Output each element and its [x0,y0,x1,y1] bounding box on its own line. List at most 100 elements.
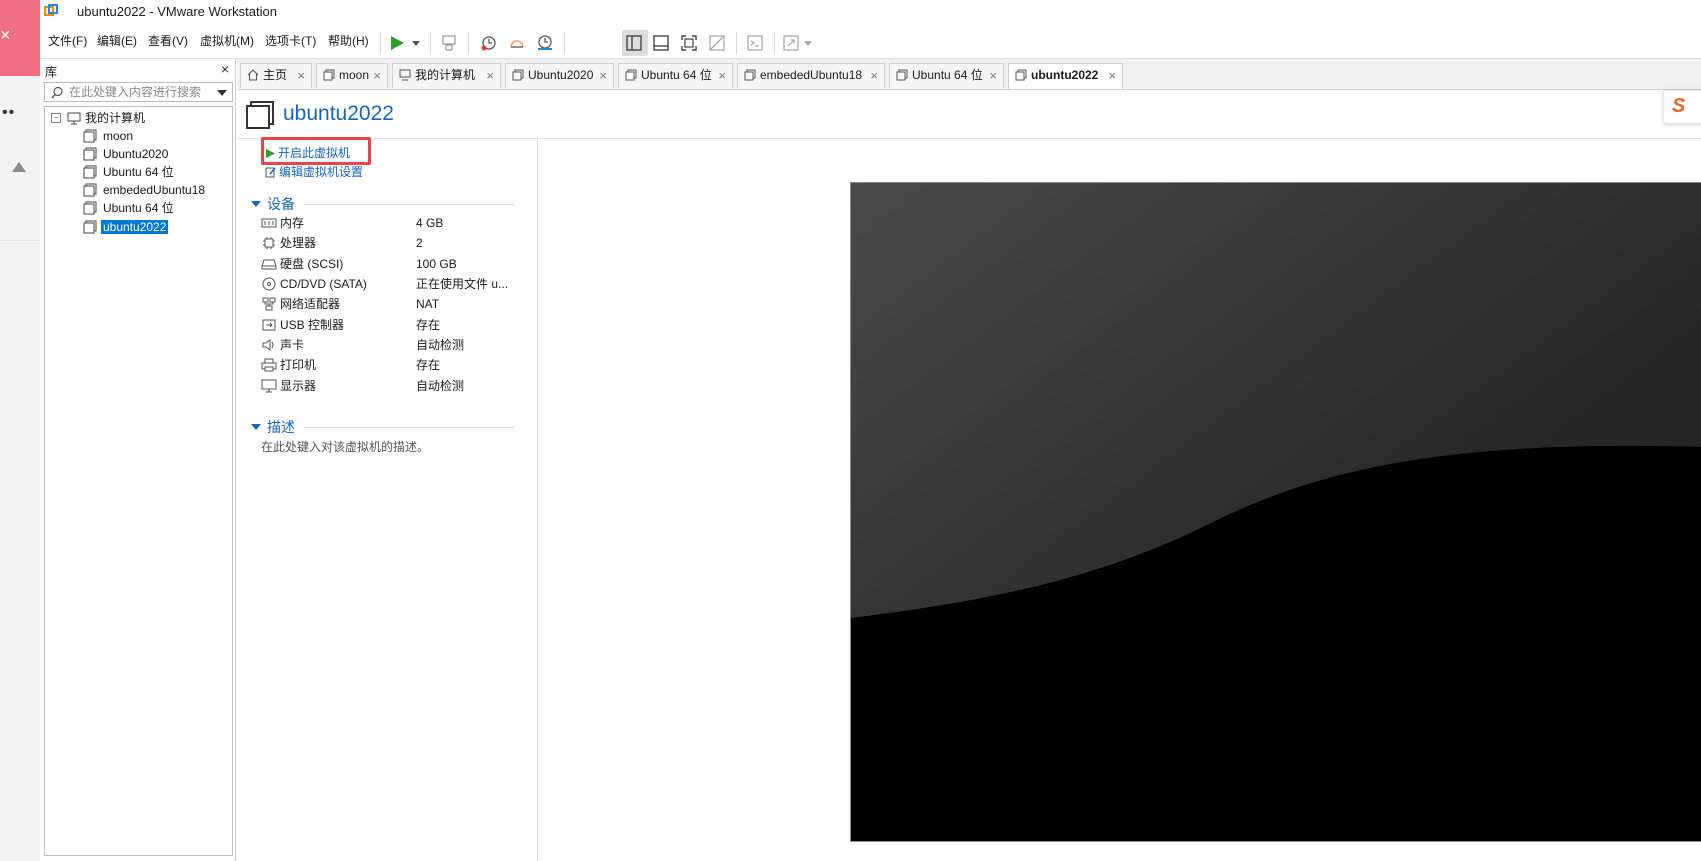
search-dropdown-icon[interactable] [217,90,227,96]
collapse-icon[interactable]: − [51,113,61,123]
tab-close-icon[interactable]: × [599,64,607,87]
menu-bar: 文件(F) 编辑(E) 查看(V) 虚拟机(M) 选项卡(T) 帮助(H) [40,26,1701,56]
play-icon[interactable] [388,34,408,52]
tab-close-icon[interactable]: × [297,64,305,87]
stretch-icon[interactable] [782,34,802,52]
device-row[interactable]: CD/DVD (SATA) 正在使用文件 u... [261,275,508,293]
home-icon [247,69,259,81]
menu-file[interactable]: 文件(F) [48,32,87,49]
snapshot-manager-icon[interactable] [536,34,556,52]
vm-icon [83,201,97,215]
tab-label: Ubuntu 64 位 [912,68,983,82]
devices-heading: 设备 [267,196,295,212]
tab-label: embededUbuntu18 [760,68,863,82]
tab-ubuntu2020[interactable]: Ubuntu2020 × [505,63,614,88]
network-icon [262,297,276,311]
edit-settings-link[interactable]: 编辑虚拟机设置 [265,163,363,180]
device-row[interactable]: 网络适配器 NAT [261,295,439,313]
device-row[interactable]: 硬盘 (SCSI) 100 GB [261,255,457,273]
tab-home[interactable]: 主页 × [240,63,312,88]
device-row[interactable]: 内存 4 GB [261,214,443,232]
search-icon [51,86,63,99]
device-name: 声卡 [280,338,305,352]
send-keys-icon[interactable] [440,34,460,52]
unity-icon[interactable] [708,34,728,52]
menu-vm[interactable]: 虚拟机(M) [200,32,254,49]
tree-item-vm-selected[interactable]: ubuntu2022 [83,218,169,236]
menu-view[interactable]: 查看(V) [148,32,188,49]
library-panel: 库 × − 我的计算机 moon Ubuntu2020 Ubuntu 64 位 [40,59,236,861]
vm-icon [83,129,97,143]
tab-label: 我的计算机 [415,68,476,82]
devices-section-header[interactable]: 设备 [251,194,295,214]
tree-item-label: embededUbuntu18 [103,183,206,197]
tree-item-label: Ubuntu2020 [103,147,169,161]
device-value: 自动检测 [416,379,465,393]
snapshot-icon[interactable] [480,34,500,52]
console-icon[interactable] [746,34,766,52]
computer-icon [399,69,411,81]
tab-close-icon[interactable]: × [718,64,726,87]
close-icon[interactable]: × [221,61,229,77]
tree-item-vm[interactable]: Ubuntu2020 [83,145,170,163]
title-bar: ubuntu2022 - VMware Workstation [40,0,1701,24]
divider [0,240,40,241]
tab-close-icon[interactable]: × [373,64,381,87]
tree-item-vm[interactable]: Ubuntu 64 位 [83,199,176,217]
computer-icon [67,112,81,125]
tab-close-icon[interactable]: × [989,64,997,87]
tab-close-icon[interactable]: × [870,64,878,87]
menu-tabs[interactable]: 选项卡(T) [265,32,316,49]
tree-item-vm[interactable]: embededUbuntu18 [83,181,207,199]
device-row[interactable]: 打印机 存在 [261,356,440,374]
device-value: 2 [416,236,423,250]
power-on-label: 开启此虚拟机 [278,146,351,160]
device-row[interactable]: 声卡 自动检测 [261,336,464,354]
toolbar-separator [736,32,737,54]
library-view-icon[interactable] [625,34,645,52]
window-title: ubuntu2022 - VMware Workstation [77,4,277,19]
ime-toolbar[interactable]: S 英 • [1663,90,1701,124]
vmware-logo-icon [44,4,58,16]
toolbar-separator [564,32,565,54]
tree-item-vm[interactable]: moon [83,127,135,145]
menu-help[interactable]: 帮助(H) [328,32,369,49]
description-section-header[interactable]: 描述 [251,417,295,437]
device-row[interactable]: 显示器 自动检测 [261,377,464,395]
tab-close-icon[interactable]: × [1108,64,1116,87]
search-input[interactable] [69,85,209,99]
description-heading: 描述 [267,419,295,435]
tab-my-computer[interactable]: 我的计算机 × [392,63,501,88]
dropdown-icon[interactable] [410,34,422,52]
harddisk-icon [261,259,277,270]
tab-close-icon[interactable]: × [486,64,494,87]
description-text[interactable]: 在此处键入对该虚拟机的描述。 [261,438,429,455]
vm-screen-preview[interactable] [850,182,1701,842]
toolbar-separator [468,32,469,54]
device-row[interactable]: 处理器 2 [261,234,423,252]
tab-ubuntu-64[interactable]: Ubuntu 64 位 × [618,63,733,88]
menu-edit[interactable]: 编辑(E) [97,32,137,49]
tree-node-my-computer[interactable]: − 我的计算机 [45,109,231,127]
tree-item-label: Ubuntu 64 位 [103,201,174,215]
power-on-link[interactable]: 开启此虚拟机 [265,144,350,161]
stretch-dropdown-icon[interactable] [802,34,814,52]
tab-label: Ubuntu2020 [528,68,594,82]
tree-item-vm[interactable]: Ubuntu 64 位 [83,163,176,181]
device-value: 4 GB [416,216,444,230]
tab-ubuntu-64-2[interactable]: Ubuntu 64 位 × [889,63,1004,88]
background-close-icon: × [0,25,11,45]
vm-icon [83,183,97,197]
library-tree: − 我的计算机 moon Ubuntu2020 Ubuntu 64 位 embe… [44,106,233,856]
tab-embeded-ubuntu18[interactable]: embededUbuntu18 × [737,63,885,88]
cpu-icon [263,237,275,249]
tab-ubuntu2022[interactable]: ubuntu2022 × [1008,63,1123,89]
fullscreen-icon[interactable] [680,34,700,52]
revert-snapshot-icon[interactable] [508,34,528,52]
tab-label: ubuntu2022 [1031,68,1099,82]
play-icon [266,149,275,158]
tab-moon[interactable]: moon × [316,63,388,88]
device-row[interactable]: USB 控制器 存在 [261,316,440,334]
thumbnail-bar-icon[interactable] [652,34,672,52]
tab-label: Ubuntu 64 位 [641,68,712,82]
